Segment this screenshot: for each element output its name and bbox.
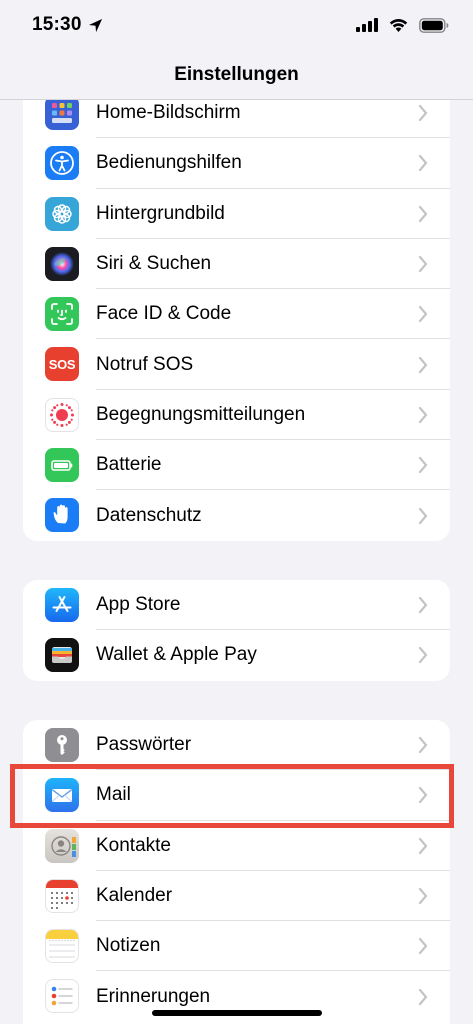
chevron-right-icon — [418, 406, 428, 424]
settings-row-label: Erinnerungen — [96, 985, 211, 1007]
chevron-right-icon — [418, 205, 428, 222]
chevron-right-icon — [418, 306, 428, 323]
settings-row-label: Mail — [96, 784, 131, 806]
chevron-right-icon — [418, 787, 428, 804]
settings-row-notes[interactable]: Notizen — [23, 921, 450, 972]
settings-group-system: Home-Bildschirm Bedienungshilfen Hinterg… — [23, 88, 450, 541]
chevron-right-icon — [418, 507, 428, 524]
key-icon — [45, 728, 79, 762]
chevron-right-icon — [418, 887, 428, 905]
calendar-icon — [45, 878, 79, 913]
cellular-signal-icon — [356, 18, 378, 32]
settings-row-calendar[interactable]: Kalender — [23, 871, 450, 922]
settings-row-label: Bedienungshilfen — [96, 152, 242, 174]
settings-row-label: Hintergrundbild — [96, 202, 225, 224]
face-id-icon — [45, 297, 79, 332]
chevron-right-icon — [418, 837, 428, 854]
battery-icon — [45, 448, 79, 483]
chevron-right-icon — [418, 356, 428, 373]
chevron-right-icon — [418, 647, 428, 664]
siri-icon — [45, 246, 79, 281]
settings-row-privacy[interactable]: Datenschutz — [23, 490, 450, 540]
chevron-right-icon — [418, 457, 428, 474]
sos-icon: SOS — [45, 347, 79, 382]
settings-row-label: Begegnungsmitteilungen — [96, 403, 306, 425]
settings-row-exposure-notifications[interactable]: Begegnungsmitteilungen — [23, 390, 450, 441]
settings-row-contacts[interactable]: Kontakte — [23, 821, 450, 871]
navigation-bar: Einstellungen — [0, 50, 473, 100]
wallet-icon — [45, 638, 79, 673]
chevron-right-icon — [418, 105, 428, 122]
settings-row-wallpaper[interactable]: Hintergrundbild — [23, 189, 450, 239]
settings-row-label: Home-Bildschirm — [96, 102, 241, 124]
chevron-right-icon — [418, 255, 428, 273]
chevron-right-icon — [418, 597, 428, 614]
mail-icon — [45, 778, 79, 813]
settings-row-label: Face ID & Code — [96, 303, 232, 325]
settings-row-label: Batterie — [96, 454, 162, 476]
page-title: Einstellungen — [174, 63, 299, 85]
chevron-right-icon — [418, 988, 428, 1005]
settings-screen: 15:30 Einstellungen Home-Bildschirm Bedi… — [0, 0, 473, 1024]
settings-row-accessibility[interactable]: Bedienungshilfen — [23, 138, 450, 189]
notes-icon — [45, 929, 79, 964]
chevron-right-icon — [418, 737, 428, 754]
accessibility-icon — [45, 146, 79, 181]
settings-row-label: Kalender — [96, 885, 173, 907]
app-store-icon — [45, 588, 79, 622]
exposure-notification-icon — [45, 397, 79, 432]
settings-row-wallet[interactable]: Wallet & Apple Pay — [23, 630, 450, 680]
home-indicator[interactable] — [152, 1010, 322, 1016]
settings-row-label: App Store — [96, 594, 181, 616]
location-arrow-icon — [88, 18, 102, 32]
status-time: 15:30 — [32, 14, 82, 35]
settings-row-label: Kontakte — [96, 834, 171, 856]
settings-row-label: Notizen — [96, 935, 161, 957]
settings-row-passwords[interactable]: Passwörter — [23, 720, 450, 771]
settings-row-mail[interactable]: Mail — [23, 770, 450, 821]
settings-group-store: App Store Wallet & Apple Pay — [23, 580, 450, 681]
settings-row-label: Wallet & Apple Pay — [96, 644, 257, 666]
contacts-icon — [45, 828, 79, 863]
battery-status-icon — [419, 17, 449, 33]
settings-row-battery[interactable]: Batterie — [23, 440, 450, 491]
home-screen-icon — [45, 96, 79, 130]
settings-row-emergency-sos[interactable]: SOS Notruf SOS — [23, 339, 450, 390]
reminders-icon — [45, 979, 79, 1014]
wallpaper-icon — [45, 196, 79, 231]
settings-row-face-id[interactable]: Face ID & Code — [23, 289, 450, 340]
settings-row-siri[interactable]: Siri & Suchen — [23, 239, 450, 290]
privacy-hand-icon — [45, 498, 79, 533]
settings-row-label: Siri & Suchen — [96, 253, 212, 275]
chevron-right-icon — [418, 938, 428, 955]
settings-row-app-store[interactable]: App Store — [23, 580, 450, 631]
settings-row-label: Datenschutz — [96, 504, 202, 526]
status-bar: 15:30 — [0, 0, 473, 50]
settings-group-apps: Passwörter Mail Kontakte Kalender Notize… — [23, 720, 450, 1024]
settings-row-label: Passwörter — [96, 734, 192, 756]
settings-row-label: Notruf SOS — [96, 353, 194, 375]
wifi-icon — [389, 18, 408, 32]
chevron-right-icon — [418, 155, 428, 172]
